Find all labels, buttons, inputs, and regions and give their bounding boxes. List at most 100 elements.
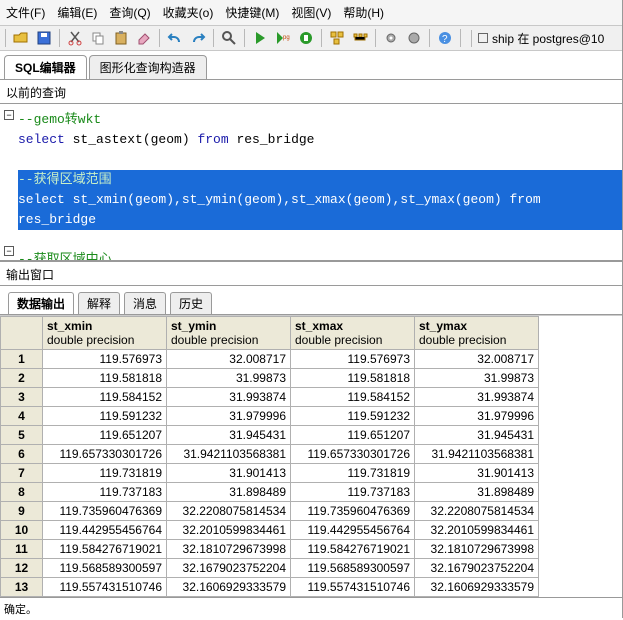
cell[interactable]: 32.1679023752204 — [167, 559, 291, 578]
explain-button[interactable] — [328, 29, 346, 47]
sql-editor[interactable]: − --gemo转wkt select st_astext(geom) from… — [0, 104, 622, 262]
table-row[interactable]: 4119.59123231.979996119.59123231.979996 — [1, 407, 539, 426]
cell[interactable]: 32.1810729673998 — [415, 540, 539, 559]
column-header[interactable]: st_ymaxdouble precision — [415, 317, 539, 350]
row-number[interactable]: 13 — [1, 578, 43, 597]
cell[interactable]: 31.945431 — [167, 426, 291, 445]
cell[interactable]: 119.581818 — [291, 369, 415, 388]
cell[interactable]: 119.557431510746 — [291, 578, 415, 597]
cell[interactable]: 32.2208075814534 — [167, 502, 291, 521]
cell[interactable]: 119.576973 — [43, 350, 167, 369]
tab-history[interactable]: 历史 — [170, 292, 212, 314]
cell[interactable]: 119.591232 — [43, 407, 167, 426]
cell[interactable]: 119.731819 — [43, 464, 167, 483]
table-row[interactable]: 7119.73181931.901413119.73181931.901413 — [1, 464, 539, 483]
cell[interactable]: 31.901413 — [167, 464, 291, 483]
row-number[interactable]: 6 — [1, 445, 43, 464]
table-row[interactable]: 2119.58181831.99873119.58181831.99873 — [1, 369, 539, 388]
row-number[interactable]: 12 — [1, 559, 43, 578]
row-number[interactable]: 10 — [1, 521, 43, 540]
redo-button[interactable] — [189, 29, 207, 47]
table-row[interactable]: 12119.56858930059732.1679023752204119.56… — [1, 559, 539, 578]
cell[interactable]: 31.9421103568381 — [415, 445, 539, 464]
cell[interactable]: 119.584276719021 — [291, 540, 415, 559]
row-number[interactable]: 3 — [1, 388, 43, 407]
table-row[interactable]: 5119.65120731.945431119.65120731.945431 — [1, 426, 539, 445]
tab-sql-editor[interactable]: SQL编辑器 — [4, 55, 87, 79]
menu-query[interactable]: 查询(Q) — [109, 4, 150, 21]
open-button[interactable] — [12, 29, 30, 47]
row-number[interactable]: 7 — [1, 464, 43, 483]
fold-minus-icon[interactable]: − — [4, 110, 14, 120]
row-number[interactable]: 1 — [1, 350, 43, 369]
explain-analyze-button[interactable] — [351, 29, 369, 47]
menu-fav[interactable]: 收藏夹(o) — [163, 4, 214, 21]
cell[interactable]: 32.1606929333579 — [415, 578, 539, 597]
cell[interactable]: 32.2010599834461 — [167, 521, 291, 540]
menu-help[interactable]: 帮助(H) — [343, 4, 384, 21]
table-row[interactable]: 1119.57697332.008717119.57697332.008717 — [1, 350, 539, 369]
cell[interactable]: 119.735960476369 — [291, 502, 415, 521]
menu-edit[interactable]: 编辑(E) — [57, 4, 97, 21]
undo-button[interactable] — [166, 29, 184, 47]
cell[interactable]: 119.735960476369 — [43, 502, 167, 521]
menu-shortcut[interactable]: 快捷键(M) — [225, 4, 279, 21]
cell[interactable]: 32.1679023752204 — [415, 559, 539, 578]
cell[interactable]: 119.584276719021 — [43, 540, 167, 559]
cell[interactable]: 119.584152 — [291, 388, 415, 407]
cell[interactable]: 119.737183 — [43, 483, 167, 502]
table-row[interactable]: 11119.58427671902132.1810729673998119.58… — [1, 540, 539, 559]
cell[interactable]: 31.993874 — [415, 388, 539, 407]
table-row[interactable]: 9119.73596047636932.2208075814534119.735… — [1, 502, 539, 521]
help-button[interactable]: ? — [436, 29, 454, 47]
column-header[interactable]: st_xmindouble precision — [43, 317, 167, 350]
row-number[interactable]: 5 — [1, 426, 43, 445]
cell[interactable]: 31.979996 — [167, 407, 291, 426]
find-button[interactable] — [220, 29, 238, 47]
table-row[interactable]: 3119.58415231.993874119.58415231.993874 — [1, 388, 539, 407]
column-header[interactable]: st_ymindouble precision — [167, 317, 291, 350]
stop-run-button[interactable] — [405, 29, 423, 47]
cell[interactable]: 119.591232 — [291, 407, 415, 426]
run-button[interactable] — [251, 29, 269, 47]
table-row[interactable]: 8119.73718331.898489119.73718331.898489 — [1, 483, 539, 502]
cell[interactable]: 31.898489 — [167, 483, 291, 502]
cell[interactable]: 119.651207 — [43, 426, 167, 445]
save-button[interactable] — [35, 29, 53, 47]
row-number[interactable]: 2 — [1, 369, 43, 388]
run-pgscript-button[interactable]: pg — [274, 29, 292, 47]
paste-button[interactable] — [112, 29, 130, 47]
cell[interactable]: 31.9421103568381 — [167, 445, 291, 464]
cell[interactable]: 119.651207 — [291, 426, 415, 445]
tab-explain[interactable]: 解释 — [78, 292, 120, 314]
copy-button[interactable] — [89, 29, 107, 47]
tab-messages[interactable]: 消息 — [124, 292, 166, 314]
cell[interactable]: 32.1606929333579 — [167, 578, 291, 597]
cell[interactable]: 32.008717 — [167, 350, 291, 369]
row-number[interactable]: 9 — [1, 502, 43, 521]
result-grid[interactable]: st_xmindouble precision st_ymindouble pr… — [0, 315, 622, 597]
cell[interactable]: 119.557431510746 — [43, 578, 167, 597]
cell[interactable]: 119.581818 — [43, 369, 167, 388]
cell[interactable]: 31.99873 — [415, 369, 539, 388]
cell[interactable]: 119.731819 — [291, 464, 415, 483]
row-number[interactable]: 11 — [1, 540, 43, 559]
cell[interactable]: 119.568589300597 — [43, 559, 167, 578]
cell[interactable]: 119.568589300597 — [291, 559, 415, 578]
cell[interactable]: 119.442955456764 — [43, 521, 167, 540]
table-row[interactable]: 6119.65733030172631.9421103568381119.657… — [1, 445, 539, 464]
cell[interactable]: 31.993874 — [167, 388, 291, 407]
cell[interactable]: 31.99873 — [167, 369, 291, 388]
tab-graphical-builder[interactable]: 图形化查询构造器 — [89, 55, 207, 79]
cell[interactable]: 119.576973 — [291, 350, 415, 369]
row-number[interactable]: 8 — [1, 483, 43, 502]
cell[interactable]: 31.901413 — [415, 464, 539, 483]
cell[interactable]: 119.657330301726 — [291, 445, 415, 464]
row-number[interactable]: 4 — [1, 407, 43, 426]
cell[interactable]: 32.2010599834461 — [415, 521, 539, 540]
clear-button[interactable] — [135, 29, 153, 47]
cell[interactable]: 31.979996 — [415, 407, 539, 426]
cell[interactable]: 119.584152 — [43, 388, 167, 407]
cell[interactable]: 119.442955456764 — [291, 521, 415, 540]
stop-button[interactable] — [297, 29, 315, 47]
